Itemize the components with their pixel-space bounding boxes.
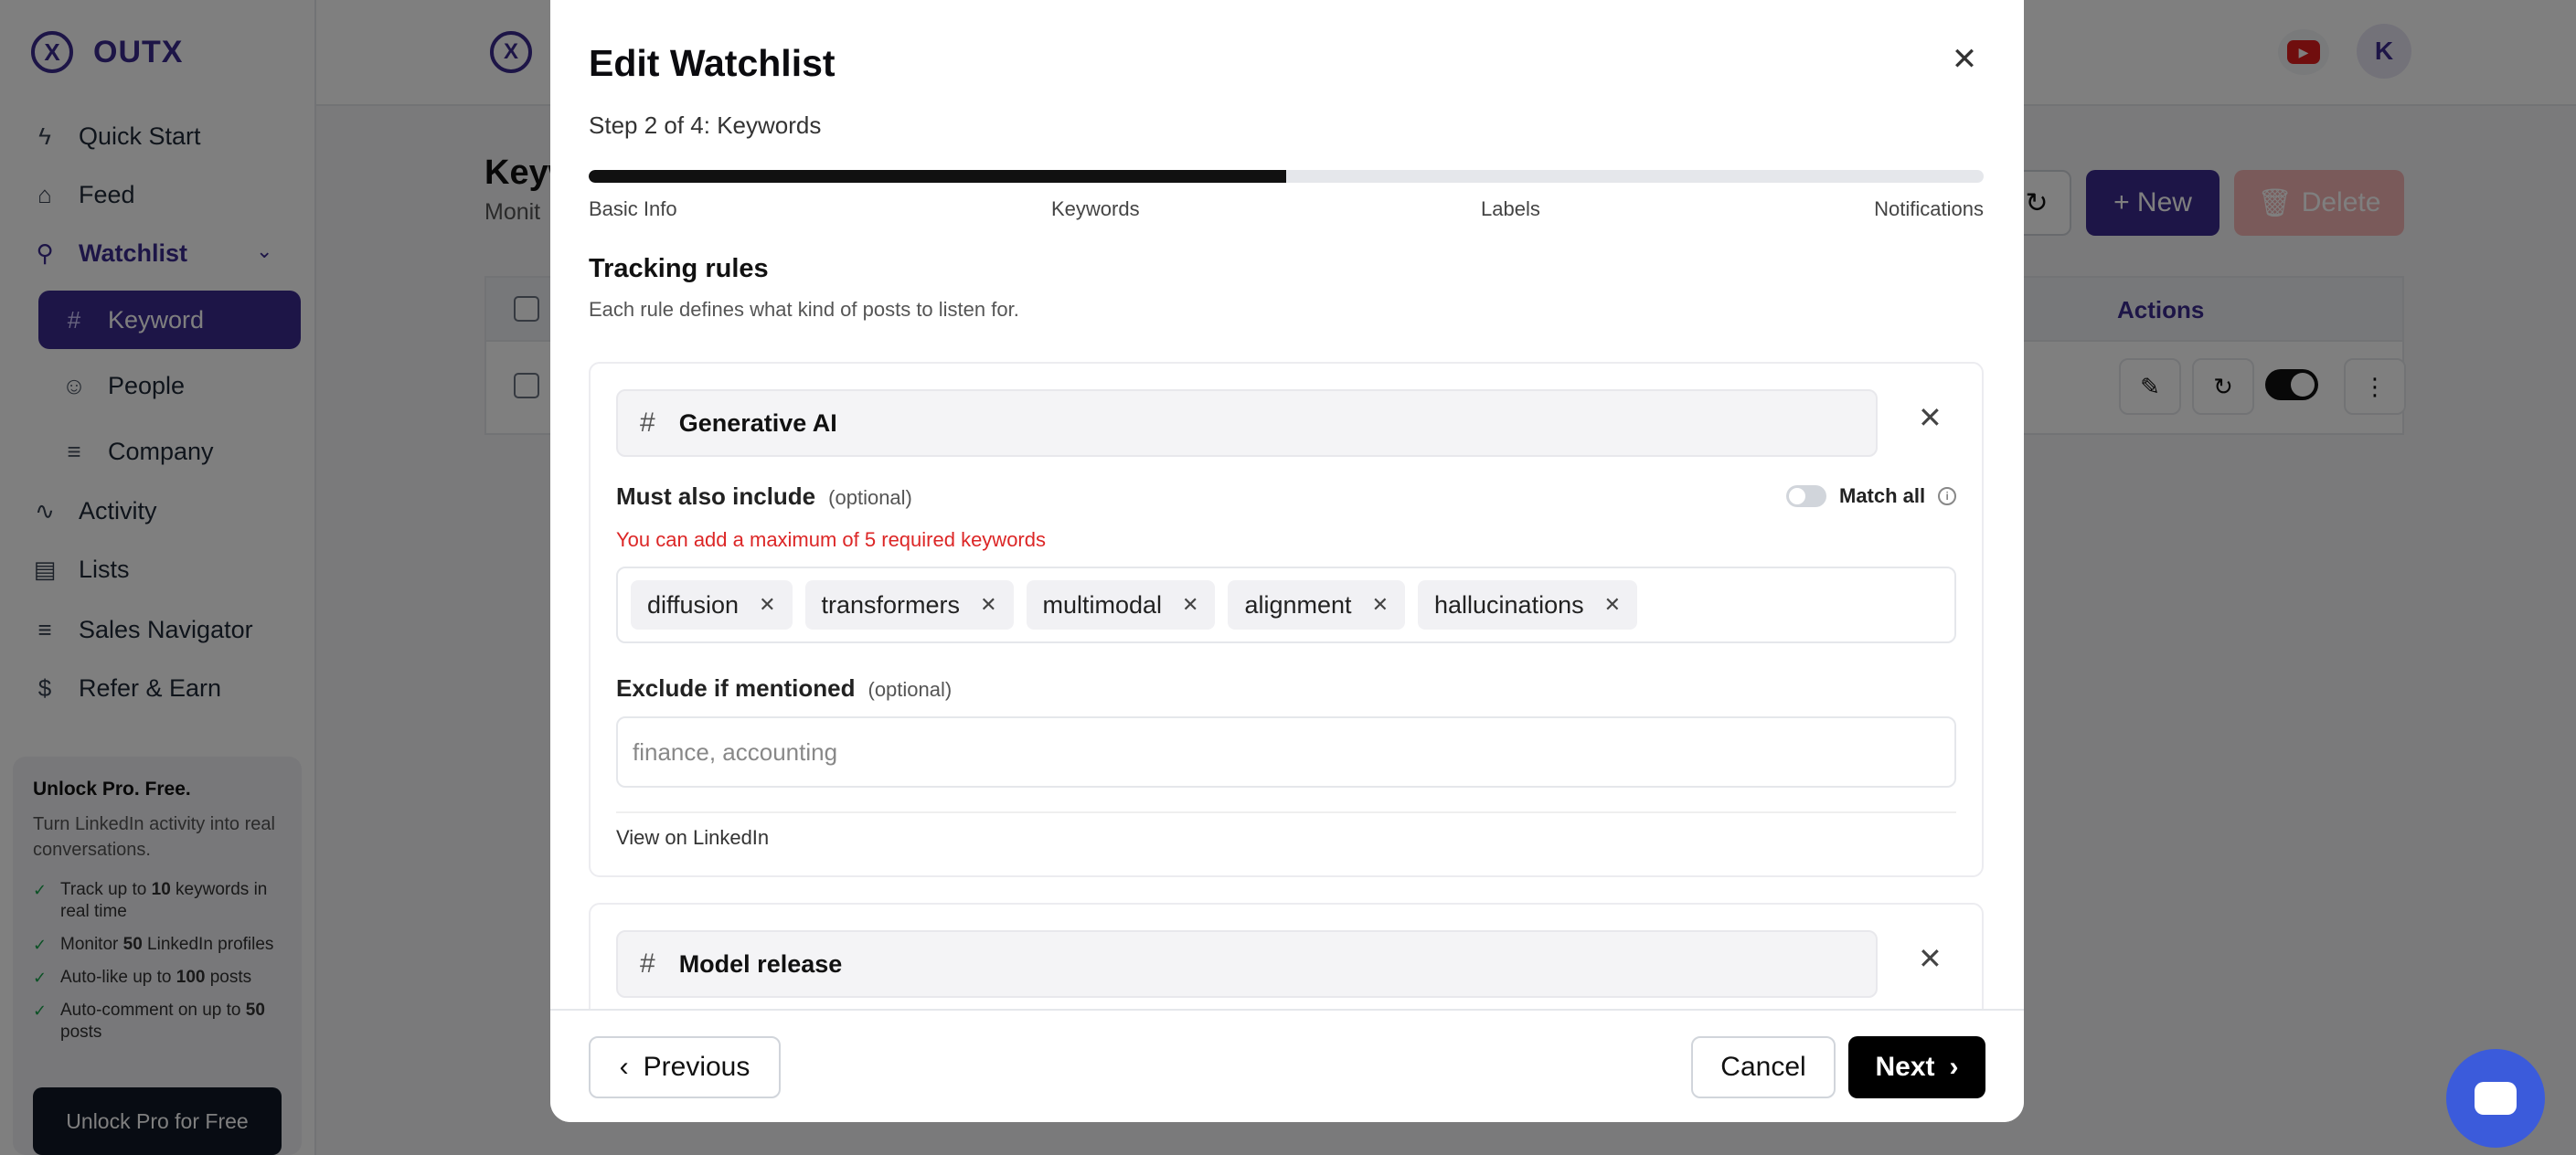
keyword-chip-label: alignment (1244, 590, 1352, 619)
hash-icon: # (640, 408, 655, 438)
keyword-chip: hallucinations ✕ (1418, 580, 1638, 630)
chevron-right-icon: › (1949, 1052, 1959, 1082)
modal-footer: ‹ Previous Cancel Next › (550, 1009, 2024, 1122)
keyword-chip: multimodal ✕ (1026, 580, 1216, 630)
view-on-linkedin-link[interactable]: View on LinkedIn (616, 826, 769, 850)
remove-keyword-close-icon[interactable]: ✕ (980, 593, 996, 617)
keyword-chip-label: hallucinations (1434, 590, 1584, 619)
optional-hint: (optional) (868, 678, 953, 701)
match-all-control: Match all i (1786, 484, 1957, 508)
modal-scroll-area[interactable]: Tracking rules Each rule defines what ki… (550, 247, 2024, 1009)
remove-rule-close-icon[interactable]: ✕ (1918, 400, 1943, 435)
divider (616, 811, 1956, 813)
step-label-keywords: Keywords (1051, 197, 1140, 220)
step-label-labels: Labels (1481, 197, 1540, 220)
exclude-text: Exclude if mentioned (616, 674, 856, 702)
exclude-label: Exclude if mentioned (optional) (616, 674, 952, 703)
exclude-keywords-input[interactable] (616, 716, 1956, 788)
must-include-label: Must also include (optional) (616, 482, 912, 511)
chat-support-button[interactable] (2446, 1049, 2545, 1148)
close-icon[interactable]: ✕ (1947, 42, 1982, 77)
step-label-notifications: Notifications (1874, 197, 1984, 220)
keyword-chip-label: multimodal (1042, 590, 1163, 619)
rule-name-field[interactable]: # Generative AI (616, 389, 1878, 457)
rule-name: Generative AI (678, 408, 837, 437)
rule-name: Model release (678, 949, 843, 978)
keyword-chip: transformers ✕ (804, 580, 1014, 630)
section-title: Tracking rules (589, 254, 769, 283)
keyword-chip-label: transformers (821, 590, 961, 619)
rule-name-field[interactable]: # Model release (616, 930, 1878, 998)
chat-icon (2475, 1082, 2517, 1115)
previous-label: Previous (643, 1052, 750, 1082)
match-all-label: Match all (1839, 484, 1926, 507)
remove-keyword-close-icon[interactable]: ✕ (1604, 593, 1621, 617)
step-label-basic-info: Basic Info (589, 197, 677, 220)
step-progress-bar (589, 170, 1984, 183)
remove-keyword-close-icon[interactable]: ✕ (759, 593, 775, 617)
step-labels: Basic Info Keywords Labels Notifications (589, 197, 1984, 225)
progress-fill (589, 170, 1286, 183)
keyword-chip-label: diffusion (647, 590, 740, 619)
hash-icon: # (640, 948, 655, 979)
keyword-chip: alignment ✕ (1228, 580, 1405, 630)
cancel-button[interactable]: Cancel (1691, 1036, 1836, 1098)
next-button[interactable]: Next › (1848, 1036, 1985, 1098)
required-keywords-input[interactable]: diffusion ✕ transformers ✕ multimodal ✕ alignm… (616, 567, 1956, 643)
previous-button[interactable]: ‹ Previous (589, 1036, 781, 1098)
max-keywords-error: You can add a maximum of 5 required keyw… (616, 528, 1046, 551)
modal-title: Edit Watchlist (589, 42, 836, 84)
keyword-chip: diffusion ✕ (631, 580, 793, 630)
rule-card: # Model release ✕ (589, 903, 1984, 1009)
section-subtitle: Each rule defines what kind of posts to … (589, 298, 1019, 321)
match-all-toggle[interactable] (1786, 485, 1826, 507)
rule-card: # Generative AI ✕ Must also include (opti… (589, 362, 1984, 877)
must-include-text: Must also include (616, 482, 816, 510)
optional-hint: (optional) (828, 486, 912, 509)
remove-keyword-close-icon[interactable]: ✕ (1372, 593, 1389, 617)
remove-keyword-close-icon[interactable]: ✕ (1182, 593, 1198, 617)
next-label: Next (1875, 1052, 1935, 1082)
step-indicator: Step 2 of 4: Keywords (589, 111, 822, 139)
info-icon[interactable]: i (1938, 487, 1957, 505)
chevron-left-icon: ‹ (619, 1052, 629, 1082)
edit-watchlist-modal: Edit Watchlist ✕ Step 2 of 4: Keywords B… (550, 0, 2024, 1122)
remove-rule-close-icon[interactable]: ✕ (1918, 941, 1943, 976)
